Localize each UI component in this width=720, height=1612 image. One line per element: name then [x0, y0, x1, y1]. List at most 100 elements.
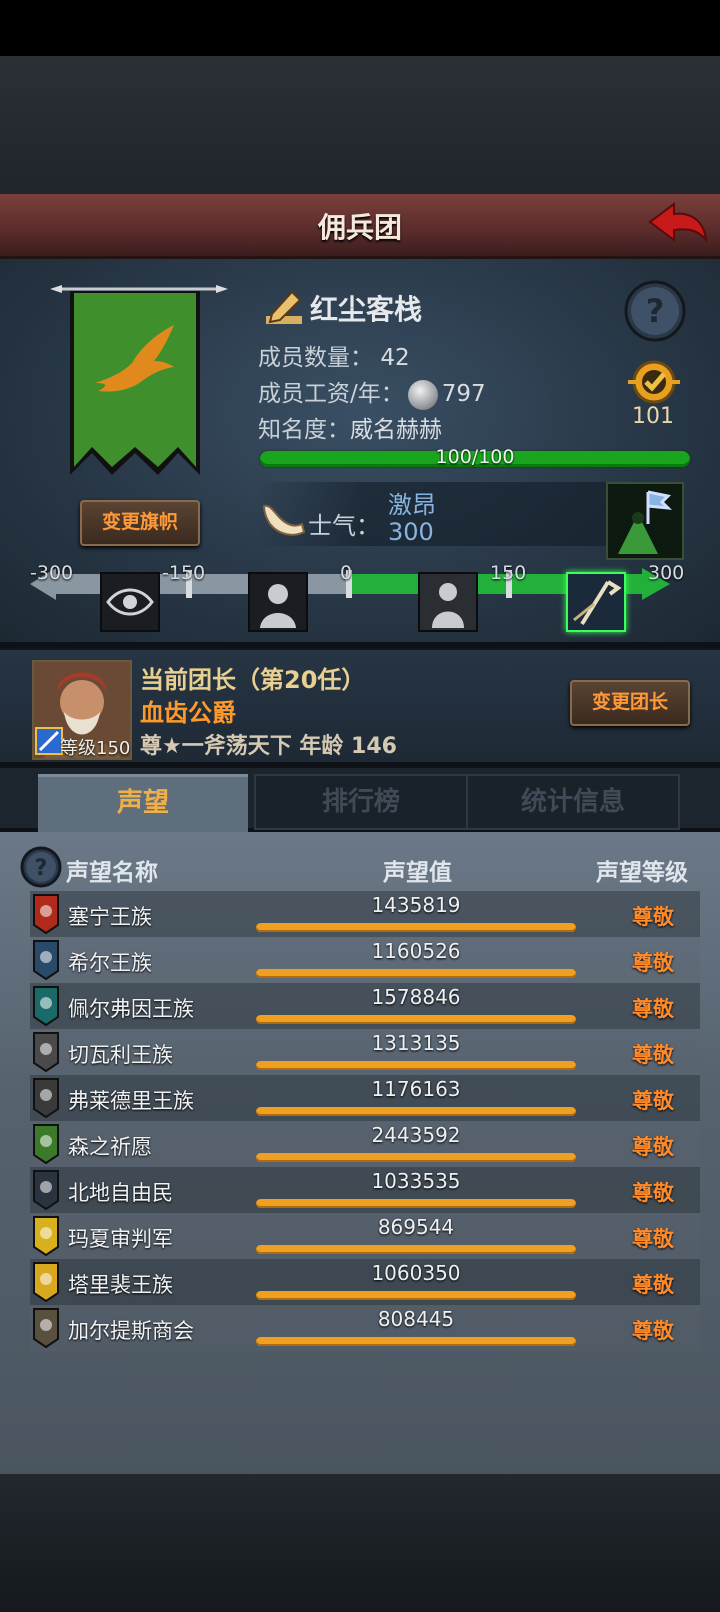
faction-emblem-icon	[33, 1262, 59, 1303]
morale-scale-zero: 0	[340, 562, 353, 584]
faction-emblem-icon	[33, 1078, 59, 1119]
edit-icon[interactable]	[264, 288, 304, 328]
header-reputation-value: 声望值	[383, 860, 452, 886]
table-row[interactable]: 玛夏审判军 869544 尊敬	[30, 1213, 700, 1259]
reputation-value: 1160526	[371, 939, 461, 963]
faction-name: 弗莱德里王族	[68, 1089, 194, 1113]
member-salary: 成员工资/年： 797	[258, 374, 486, 410]
tab-statistics[interactable]: 统计信息	[466, 774, 680, 830]
sorrow-icon[interactable]	[248, 572, 308, 632]
page-title: 佣兵团	[317, 211, 402, 244]
reputation-level: 尊敬	[632, 1227, 674, 1251]
top-backdrop	[0, 56, 720, 194]
svg-text:?: ?	[646, 292, 665, 330]
member-count-value: 42	[380, 345, 410, 371]
svg-text:?: ?	[35, 856, 48, 881]
faction-name: 塔里裴王族	[68, 1273, 173, 1297]
faction-name: 塞宁王族	[68, 905, 152, 929]
change-leader-button[interactable]: 变更团长	[570, 680, 690, 726]
morale-scale-neg: -150	[162, 562, 206, 584]
table-row[interactable]: 加尔提斯商会 808445 尊敬	[30, 1305, 700, 1351]
table-row[interactable]: 佩尔弗因王族 1578846 尊敬	[30, 983, 700, 1029]
faction-name: 佩尔弗因王族	[68, 997, 194, 1021]
morale-banner-icon[interactable]	[606, 482, 684, 560]
member-count: 成员数量： 42	[258, 338, 410, 372]
tab-leaderboard[interactable]: 排行榜	[254, 774, 468, 830]
back-arrow-icon[interactable]	[646, 200, 710, 250]
faction-name: 玛夏审判军	[68, 1227, 173, 1251]
calm-icon[interactable]	[418, 572, 478, 632]
title-bar: 佣兵团	[0, 194, 720, 259]
faction-emblem-icon	[33, 1308, 59, 1349]
reputation-bar	[256, 923, 576, 932]
badge-value: 101	[632, 404, 674, 429]
faction-emblem-icon	[33, 1216, 59, 1257]
reputation-value: 2443592	[371, 1123, 461, 1147]
reputation-level: 尊敬	[632, 951, 674, 975]
table-row[interactable]: 塞宁王族 1435819 尊敬	[30, 891, 700, 937]
guild-banner	[50, 285, 228, 475]
status-strip	[0, 0, 720, 56]
guild-name: 红尘客栈	[310, 293, 423, 326]
morale-value: 300	[388, 518, 434, 546]
salary-label: 成员工资/年：	[258, 381, 404, 407]
table-row[interactable]: 切瓦利王族 1313135 尊敬	[30, 1029, 700, 1075]
member-count-label: 成员数量：	[258, 345, 373, 371]
morale-scale-pos: 150	[490, 562, 527, 584]
reputation-level: 尊敬	[632, 1089, 674, 1113]
fame-label: 知名度：	[258, 417, 350, 443]
morale-scale-max: 300	[648, 562, 685, 584]
reputation-bar	[256, 1337, 576, 1346]
table-row[interactable]: 森之祈愿 2443592 尊敬	[30, 1121, 700, 1167]
bottom-backdrop	[0, 1474, 720, 1612]
faction-emblem-icon	[33, 986, 59, 1027]
reputation-bar	[256, 1245, 576, 1254]
faction-name: 森之祈愿	[68, 1135, 152, 1159]
reputation-level: 尊敬	[632, 1273, 674, 1297]
reputation-level: 尊敬	[632, 997, 674, 1021]
faction-emblem-icon	[33, 1124, 59, 1165]
reputation-value: 1033535	[371, 1169, 461, 1193]
help-icon[interactable]: ?	[20, 846, 62, 888]
reputation-level: 尊敬	[632, 1181, 674, 1205]
reputation-bar	[256, 1291, 576, 1300]
reputation-bar	[256, 1199, 576, 1208]
reputation-level: 尊敬	[632, 905, 674, 929]
table-row[interactable]: 弗莱德里王族 1176163 尊敬	[30, 1075, 700, 1121]
reputation-value: 1313135	[371, 1031, 461, 1055]
reputation-value: 1060350	[371, 1261, 461, 1285]
reputation-value: 1176163	[371, 1077, 461, 1101]
table-row[interactable]: 北地自由民 1033535 尊敬	[30, 1167, 700, 1213]
faction-emblem-icon	[33, 1032, 59, 1073]
help-icon[interactable]: ?	[624, 280, 686, 342]
leader-info: 尊★一斧荡天下 年龄 146	[140, 734, 397, 759]
header-faction-name: 声望名称	[66, 860, 158, 886]
table-row[interactable]: 塔里裴王族 1060350 尊敬	[30, 1259, 700, 1305]
fame-value: 威名赫赫	[350, 417, 442, 443]
faction-name: 北地自由民	[68, 1181, 173, 1205]
reputation-value: 1435819	[371, 893, 461, 917]
faction-name: 切瓦利王族	[68, 1043, 173, 1067]
faction-name: 希尔王族	[68, 951, 152, 975]
coin-icon	[407, 379, 438, 410]
change-banner-button[interactable]: 变更旗帜	[80, 500, 200, 546]
fame: 知名度：威名赫赫	[258, 410, 442, 444]
rally-icon[interactable]	[566, 572, 626, 632]
faction-emblem-icon	[33, 894, 59, 935]
leader-name: 血齿公爵	[140, 699, 236, 727]
table-row[interactable]: 希尔王族 1160526 尊敬	[30, 937, 700, 983]
reputation-bar	[256, 1107, 576, 1116]
reputation-value: 1578846	[371, 985, 461, 1009]
faction-name: 加尔提斯商会	[68, 1319, 194, 1343]
fame-progress-text: 100/100	[435, 446, 515, 468]
faction-emblem-icon	[33, 940, 59, 981]
tab-reputation[interactable]: 声望	[38, 774, 248, 835]
reputation-bar	[256, 969, 576, 978]
reputation-bar	[256, 1015, 576, 1024]
reputation-value: 808445	[377, 1307, 455, 1331]
reputation-value: 869544	[377, 1215, 455, 1239]
badge-icon[interactable]	[622, 358, 686, 410]
eye-icon[interactable]	[100, 572, 160, 632]
reputation-level: 尊敬	[632, 1319, 674, 1343]
guild-name-row: 红尘客栈	[264, 288, 422, 328]
